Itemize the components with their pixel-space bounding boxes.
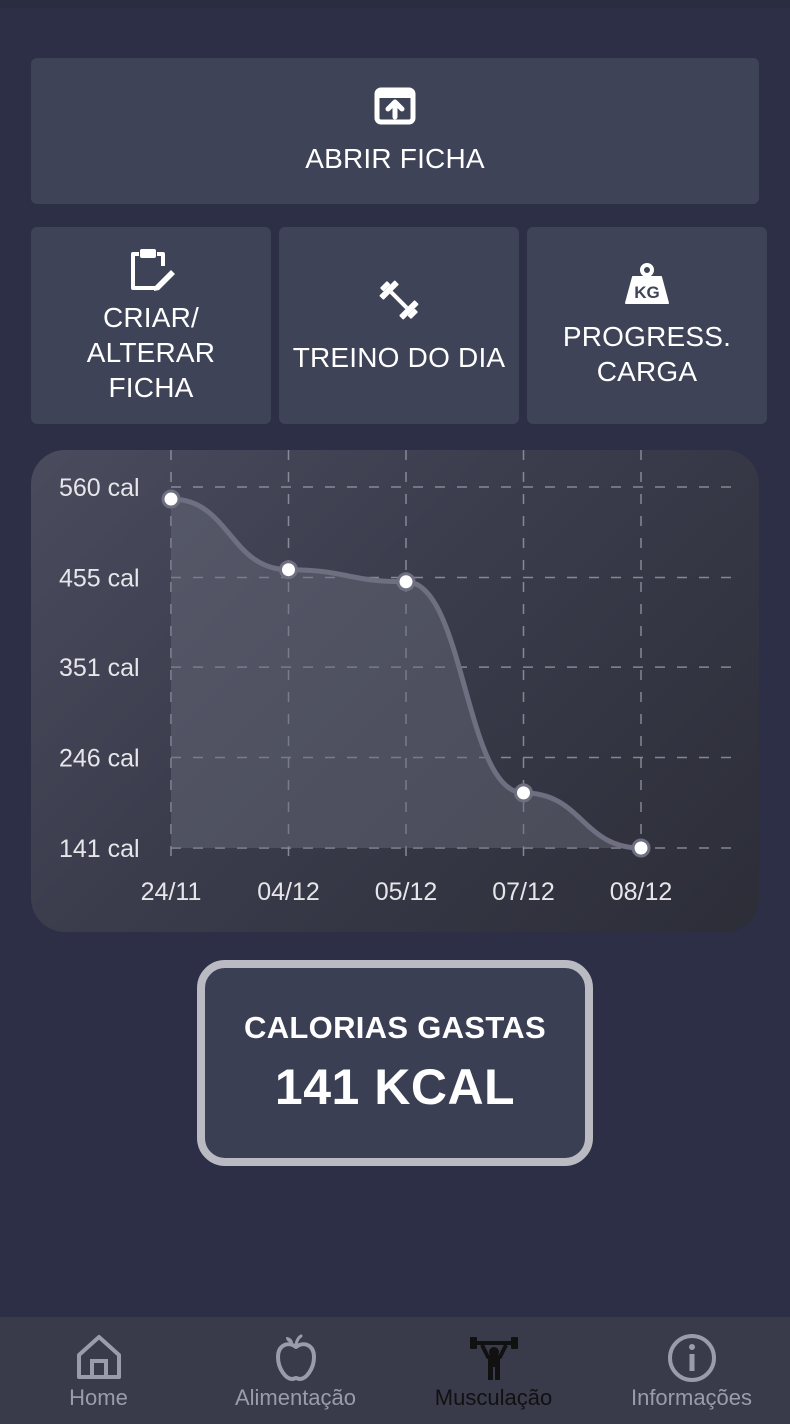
data-point bbox=[161, 489, 181, 509]
load-progress-line-1: PROGRESS. bbox=[562, 320, 732, 352]
y-tick-label: 246 cal bbox=[59, 745, 140, 773]
x-tick-label: 04/12 bbox=[257, 878, 320, 906]
nav-label-bodybuilding: Musculação bbox=[434, 1385, 553, 1410]
nav-label-home: Home bbox=[69, 1385, 128, 1410]
x-tick-label: 24/11 bbox=[141, 878, 202, 906]
nav-item-home[interactable]: Home bbox=[0, 1317, 197, 1424]
apple-icon bbox=[275, 1334, 316, 1381]
y-tick-label: 455 cal bbox=[59, 564, 140, 592]
status-strip bbox=[0, 0, 790, 8]
create-sheet-line-2: ALTERAR bbox=[86, 337, 216, 368]
data-point bbox=[396, 572, 416, 592]
y-tick-label: 560 cal bbox=[59, 474, 140, 502]
create-edit-sheet-button[interactable]: CRIAR/ ALTERAR FICHA bbox=[31, 227, 271, 424]
clipboard-edit-icon bbox=[131, 249, 175, 291]
svg-text:KG: KG bbox=[634, 283, 660, 302]
daily-workout-label: TREINO DO DIA bbox=[292, 342, 506, 373]
calories-spent-value: 141 KCAL bbox=[274, 1059, 516, 1115]
data-point bbox=[631, 838, 651, 858]
daily-workout-button[interactable]: TREINO DO DIA bbox=[279, 227, 519, 424]
kettlebell-kg-icon: KG bbox=[625, 262, 669, 304]
dumbbell-icon bbox=[379, 280, 419, 320]
x-tick-label: 08/12 bbox=[610, 878, 673, 906]
open-file-icon bbox=[374, 87, 416, 124]
open-sheet-button[interactable]: ABRIR FICHA bbox=[31, 58, 759, 204]
nav-label-info: Informações bbox=[630, 1385, 753, 1410]
load-progress-label: PROGRESS. CARGA bbox=[563, 319, 731, 389]
create-sheet-line-1: CRIAR/ bbox=[102, 302, 200, 333]
calories-chart-svg: 560 cal 455 cal 351 cal 246 cal 141 cal24/11… bbox=[59, 450, 743, 906]
calories-chart: 560 cal 455 cal 351 cal 246 cal 141 cal 24/11… bbox=[31, 450, 759, 932]
x-tick-label: 05/12 bbox=[375, 878, 438, 906]
y-tick-label: 141 cal bbox=[59, 835, 140, 863]
create-edit-sheet-label: CRIAR/ ALTERAR FICHA bbox=[87, 300, 215, 405]
weightlifter-icon bbox=[469, 1337, 518, 1380]
nav-item-bodybuilding[interactable]: Musculação bbox=[395, 1317, 592, 1424]
create-sheet-line-3: FICHA bbox=[108, 372, 194, 403]
series-area bbox=[171, 499, 641, 848]
info-icon bbox=[667, 1334, 716, 1382]
data-point bbox=[514, 783, 533, 803]
x-tick-label: 07/12 bbox=[492, 878, 555, 906]
calories-spent-title: CALORIAS GASTAS bbox=[244, 1010, 546, 1045]
home-icon bbox=[76, 1335, 121, 1379]
nav-label-food: Alimentação bbox=[234, 1385, 357, 1410]
load-progress-line-2: CARGA bbox=[596, 355, 698, 387]
data-point bbox=[279, 560, 298, 580]
calories-spent-card: CALORIAS GASTAS 141 KCAL bbox=[197, 960, 593, 1166]
bottom-navigation: Home Alimentação Musculação Informações bbox=[0, 1317, 790, 1424]
y-tick-label: 351 cal bbox=[59, 654, 140, 682]
load-progress-button[interactable]: KG PROGRESS. CARGA bbox=[527, 227, 767, 424]
nav-item-food[interactable]: Alimentação bbox=[197, 1317, 394, 1424]
open-sheet-label: ABRIR FICHA bbox=[305, 142, 485, 174]
nav-item-info[interactable]: Informações bbox=[593, 1317, 790, 1424]
